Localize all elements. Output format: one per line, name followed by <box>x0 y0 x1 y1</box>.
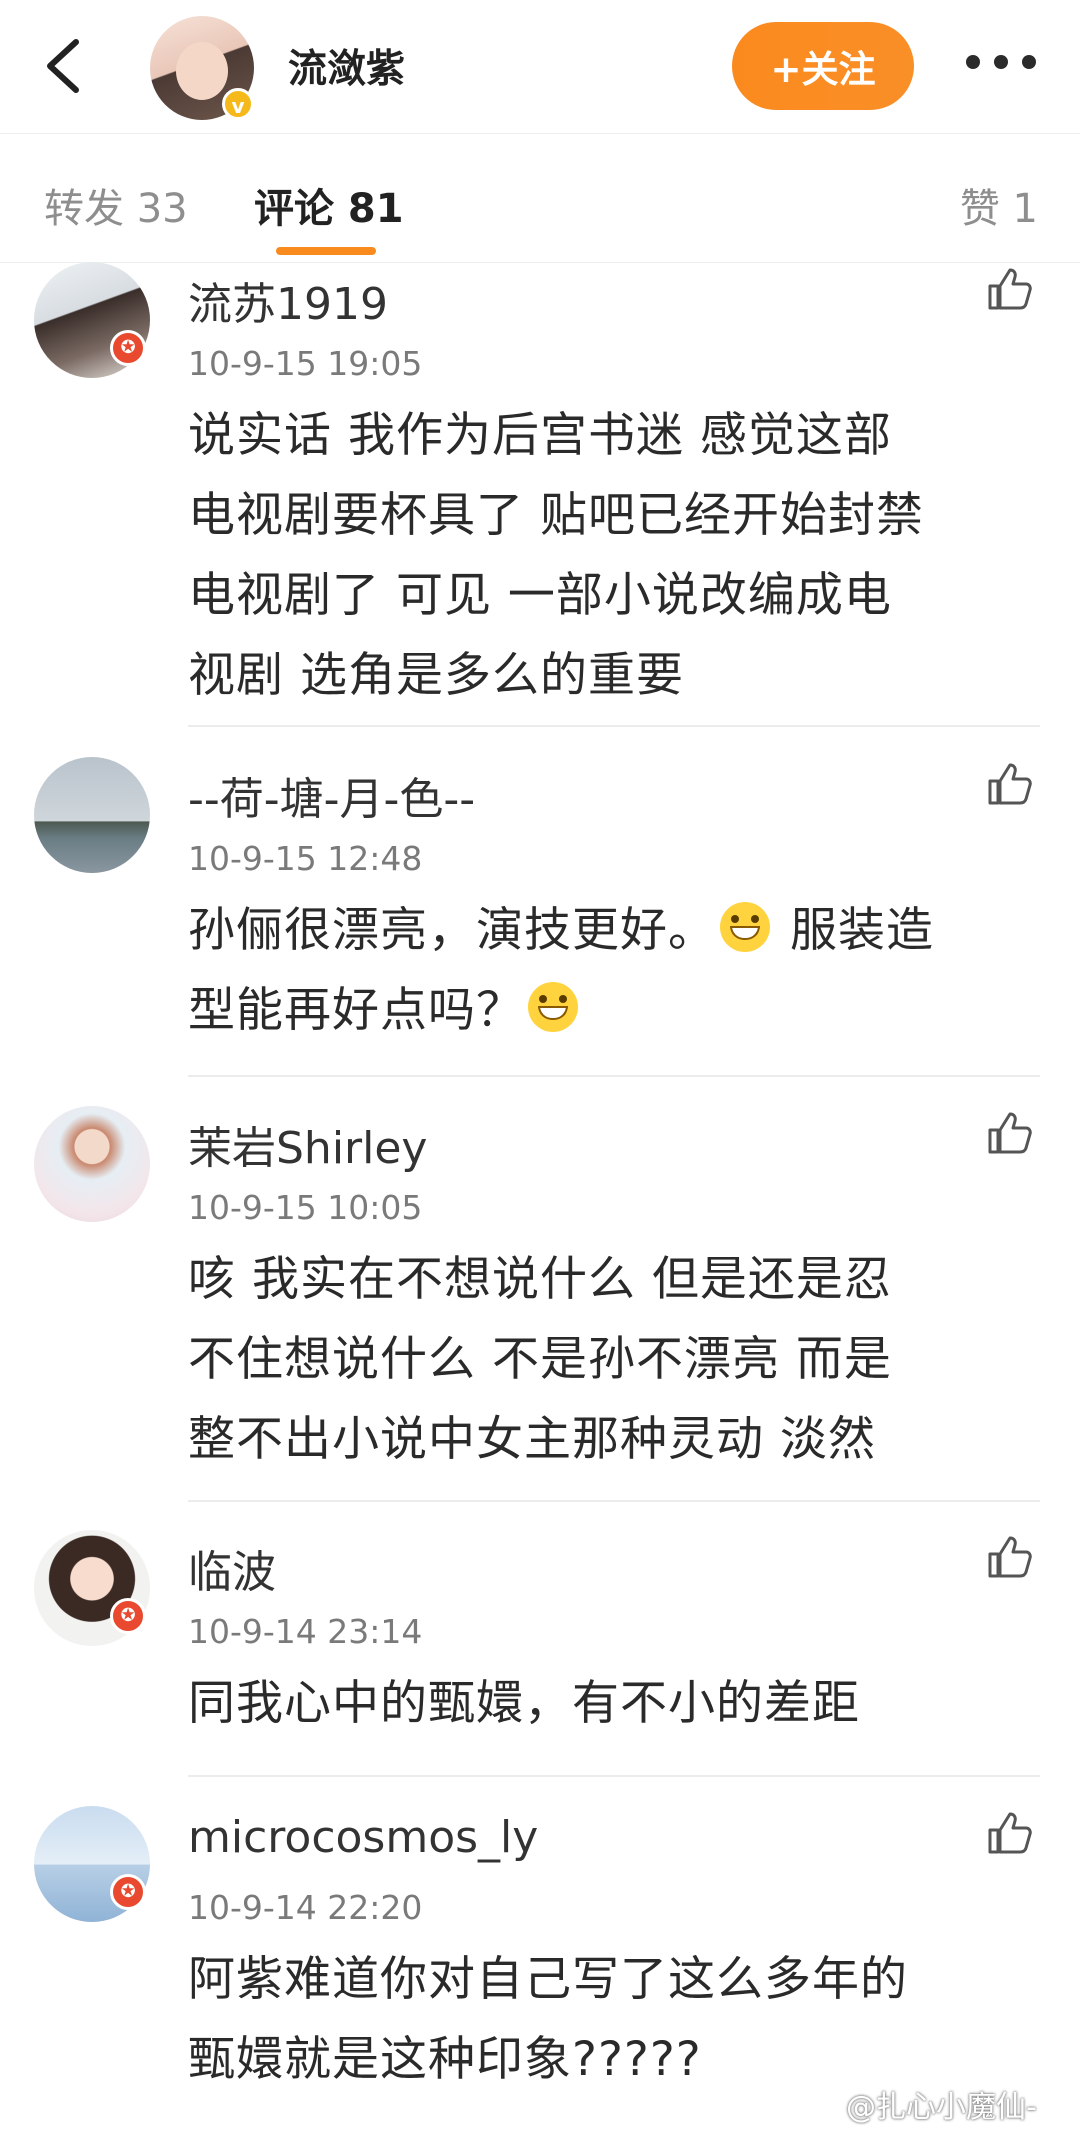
comment-timestamp: 10-9-15 12:48 <box>188 839 423 878</box>
comment-line: 孙俪很漂亮，演技更好。 服装造 <box>188 891 1048 971</box>
watermark: @扎心小魔仙- <box>846 2090 1037 2125</box>
comment-fragment: 服装造 <box>774 903 934 958</box>
comment-username[interactable]: 流苏1919 <box>188 268 388 332</box>
comment-timestamp: 10-9-15 10:05 <box>188 1188 423 1227</box>
comment-item: --荷-塘-月-色-- 10-9-15 12:48 孙俪很漂亮，演技更好。 服装… <box>0 757 1080 1057</box>
tab-bar: 转发 33 评论 81 赞 1 <box>0 133 1080 263</box>
more-dots-icon[interactable] <box>966 52 1036 72</box>
comment-text: 阿紫难道你对自己写了这么多年的 甄嬛就是这种印象????? <box>188 1940 1048 2100</box>
comment-line: 不住想说什么 不是孙不漂亮 而是 <box>188 1332 892 1387</box>
comment-line: 视剧 选角是多么的重要 <box>188 648 684 703</box>
comment-username[interactable]: 临波 <box>188 1536 276 1600</box>
emoji-grin-icon <box>528 982 578 1032</box>
emoji-grin-icon <box>720 902 770 952</box>
thumbs-up-icon[interactable] <box>986 266 1032 312</box>
divider <box>188 725 1040 727</box>
avatar[interactable] <box>34 757 150 873</box>
comment-text: 孙俪很漂亮，演技更好。 服装造 型能再好点吗？ <box>188 891 1048 1051</box>
comment-username[interactable]: --荷-塘-月-色-- <box>188 763 475 827</box>
comment-username[interactable]: 茉岩Shirley <box>188 1112 427 1176</box>
thumbs-up-icon[interactable] <box>986 761 1032 807</box>
divider <box>188 1500 1040 1502</box>
member-badge-icon: ✪ <box>110 1874 146 1910</box>
comment-item: ✪ microcosmos_ly 10-9-14 22:20 阿紫难道你对自己写… <box>0 1806 1080 2126</box>
member-badge-icon: ✪ <box>110 330 146 366</box>
comment-text: 咳 我实在不想说什么 但是还是忍 不住想说什么 不是孙不漂亮 而是 整不出小说中… <box>188 1240 1048 1480</box>
tab-active-indicator <box>276 247 376 255</box>
tab-repost[interactable]: 转发 33 <box>44 176 188 234</box>
comment-fragment: 孙俪很漂亮，演技更好。 <box>188 903 716 958</box>
thumbs-up-icon[interactable] <box>986 1534 1032 1580</box>
divider <box>188 1075 1040 1077</box>
comment-text: 说实话 我作为后宫书迷 感觉这部 电视剧要杯具了 贴吧已经开始封禁 电视剧了 可… <box>188 396 1048 716</box>
comment-timestamp: 10-9-14 22:20 <box>188 1888 423 1927</box>
divider <box>188 1775 1040 1777</box>
tab-like[interactable]: 赞 1 <box>960 176 1038 234</box>
follow-button[interactable]: +关注 <box>732 22 914 110</box>
comment-text: 同我心中的甄嬛，有不小的差距 <box>188 1664 1048 1744</box>
comment-fragment: 型能再好点吗？ <box>188 983 524 1038</box>
comment-line: 型能再好点吗？ <box>188 971 1048 1051</box>
comment-timestamp: 10-9-15 19:05 <box>188 344 423 383</box>
comment-line: 电视剧了 可见 一部小说改编成电 <box>188 568 892 623</box>
comment-line: 阿紫难道你对自己写了这么多年的 <box>188 1952 908 2007</box>
tab-comment[interactable]: 评论 81 <box>254 176 404 234</box>
comment-line: 同我心中的甄嬛，有不小的差距 <box>188 1676 860 1731</box>
comment-line: 整不出小说中女主那种灵动 淡然 <box>188 1412 876 1467</box>
comment-item: ✪ 流苏1919 10-9-15 19:05 说实话 我作为后宫书迷 感觉这部 … <box>0 262 1080 722</box>
member-badge-icon: ✪ <box>110 1598 146 1634</box>
profile-username[interactable]: 流潋紫 <box>288 38 405 94</box>
back-arrow-icon[interactable] <box>38 36 90 96</box>
thumbs-up-icon[interactable] <box>986 1110 1032 1156</box>
avatar[interactable] <box>34 1106 150 1222</box>
comment-username[interactable]: microcosmos_ly <box>188 1812 538 1863</box>
comment-line: 说实话 我作为后宫书迷 感觉这部 <box>188 408 892 463</box>
comment-item: 茉岩Shirley 10-9-15 10:05 咳 我实在不想说什么 但是还是忍… <box>0 1106 1080 1486</box>
top-bar: v 流潋紫 +关注 <box>0 0 1080 132</box>
comment-item: ✪ 临波 10-9-14 23:14 同我心中的甄嬛，有不小的差距 <box>0 1530 1080 1750</box>
verified-badge-icon: v <box>222 88 254 120</box>
comment-timestamp: 10-9-14 23:14 <box>188 1612 423 1651</box>
comment-line: 咳 我实在不想说什么 但是还是忍 <box>188 1252 892 1307</box>
comment-line: 电视剧要杯具了 贴吧已经开始封禁 <box>188 488 924 543</box>
thumbs-up-icon[interactable] <box>986 1810 1032 1856</box>
